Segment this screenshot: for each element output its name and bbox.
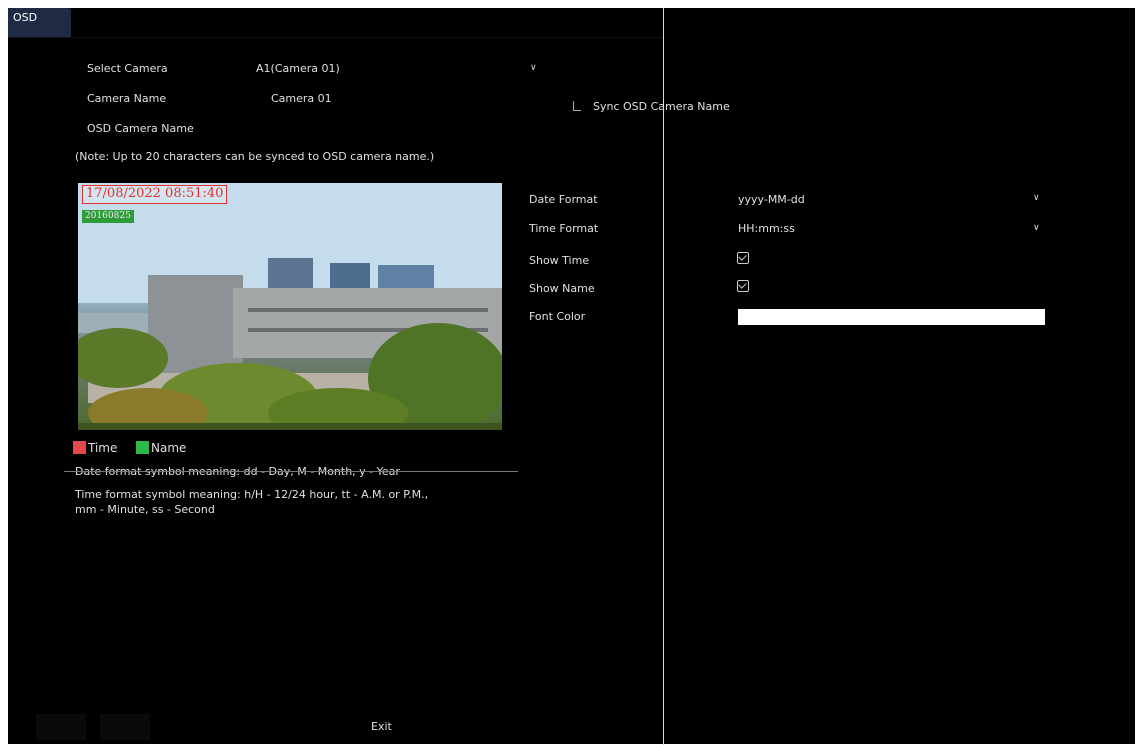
preview-scene-image — [78, 183, 502, 430]
footer-button[interactable] — [100, 714, 150, 740]
tab-osd[interactable]: OSD — [8, 8, 71, 37]
exit-button[interactable]: Exit — [371, 720, 392, 733]
show-name-label: Show Name — [529, 282, 595, 295]
camera-name-input[interactable]: Camera 01 — [271, 92, 332, 105]
time-symbol-help-line2: mm - Minute, ss - Second — [75, 503, 215, 516]
help-divider — [64, 471, 518, 472]
panel-divider — [663, 8, 664, 745]
chevron-down-icon[interactable]: ∨ — [530, 63, 537, 73]
font-color-label: Font Color — [529, 310, 586, 323]
show-time-checkbox[interactable] — [737, 252, 749, 264]
camera-preview: 17/08/2022 08:51:40 20160825 — [78, 183, 502, 430]
date-format-dropdown[interactable]: yyyy-MM-dd — [738, 193, 805, 206]
footer-button[interactable] — [36, 714, 86, 740]
legend-time-swatch — [73, 441, 86, 454]
sync-osd-camera-name-label: Sync OSD Camera Name — [593, 100, 730, 113]
select-camera-label: Select Camera — [87, 62, 168, 75]
name-overlay[interactable]: 20160825 — [82, 210, 134, 223]
note-text: (Note: Up to 20 characters can be synced… — [75, 150, 435, 163]
tab-label: OSD — [13, 11, 38, 24]
legend-name-swatch — [136, 441, 149, 454]
time-format-dropdown[interactable]: HH:mm:ss — [738, 222, 795, 235]
tab-underline — [8, 37, 663, 38]
chevron-down-icon[interactable]: ∨ — [1033, 223, 1040, 233]
time-format-label: Time Format — [529, 222, 599, 235]
legend-time-label: Time — [88, 441, 118, 455]
time-overlay[interactable]: 17/08/2022 08:51:40 — [82, 185, 228, 204]
show-name-checkbox[interactable] — [737, 280, 749, 292]
font-color-picker[interactable] — [738, 309, 1045, 325]
show-time-label: Show Time — [529, 254, 590, 267]
chevron-down-icon[interactable]: ∨ — [1033, 193, 1040, 203]
select-camera-dropdown[interactable]: A1(Camera 01) — [256, 62, 340, 75]
time-symbol-help-line1: Time format symbol meaning: h/H - 12/24 … — [75, 488, 429, 501]
camera-name-label: Camera Name — [87, 92, 167, 105]
legend-name-label: Name — [151, 441, 187, 455]
sync-checkbox[interactable] — [573, 101, 581, 111]
osd-camera-name-label: OSD Camera Name — [87, 122, 194, 135]
date-format-label: Date Format — [529, 193, 598, 206]
